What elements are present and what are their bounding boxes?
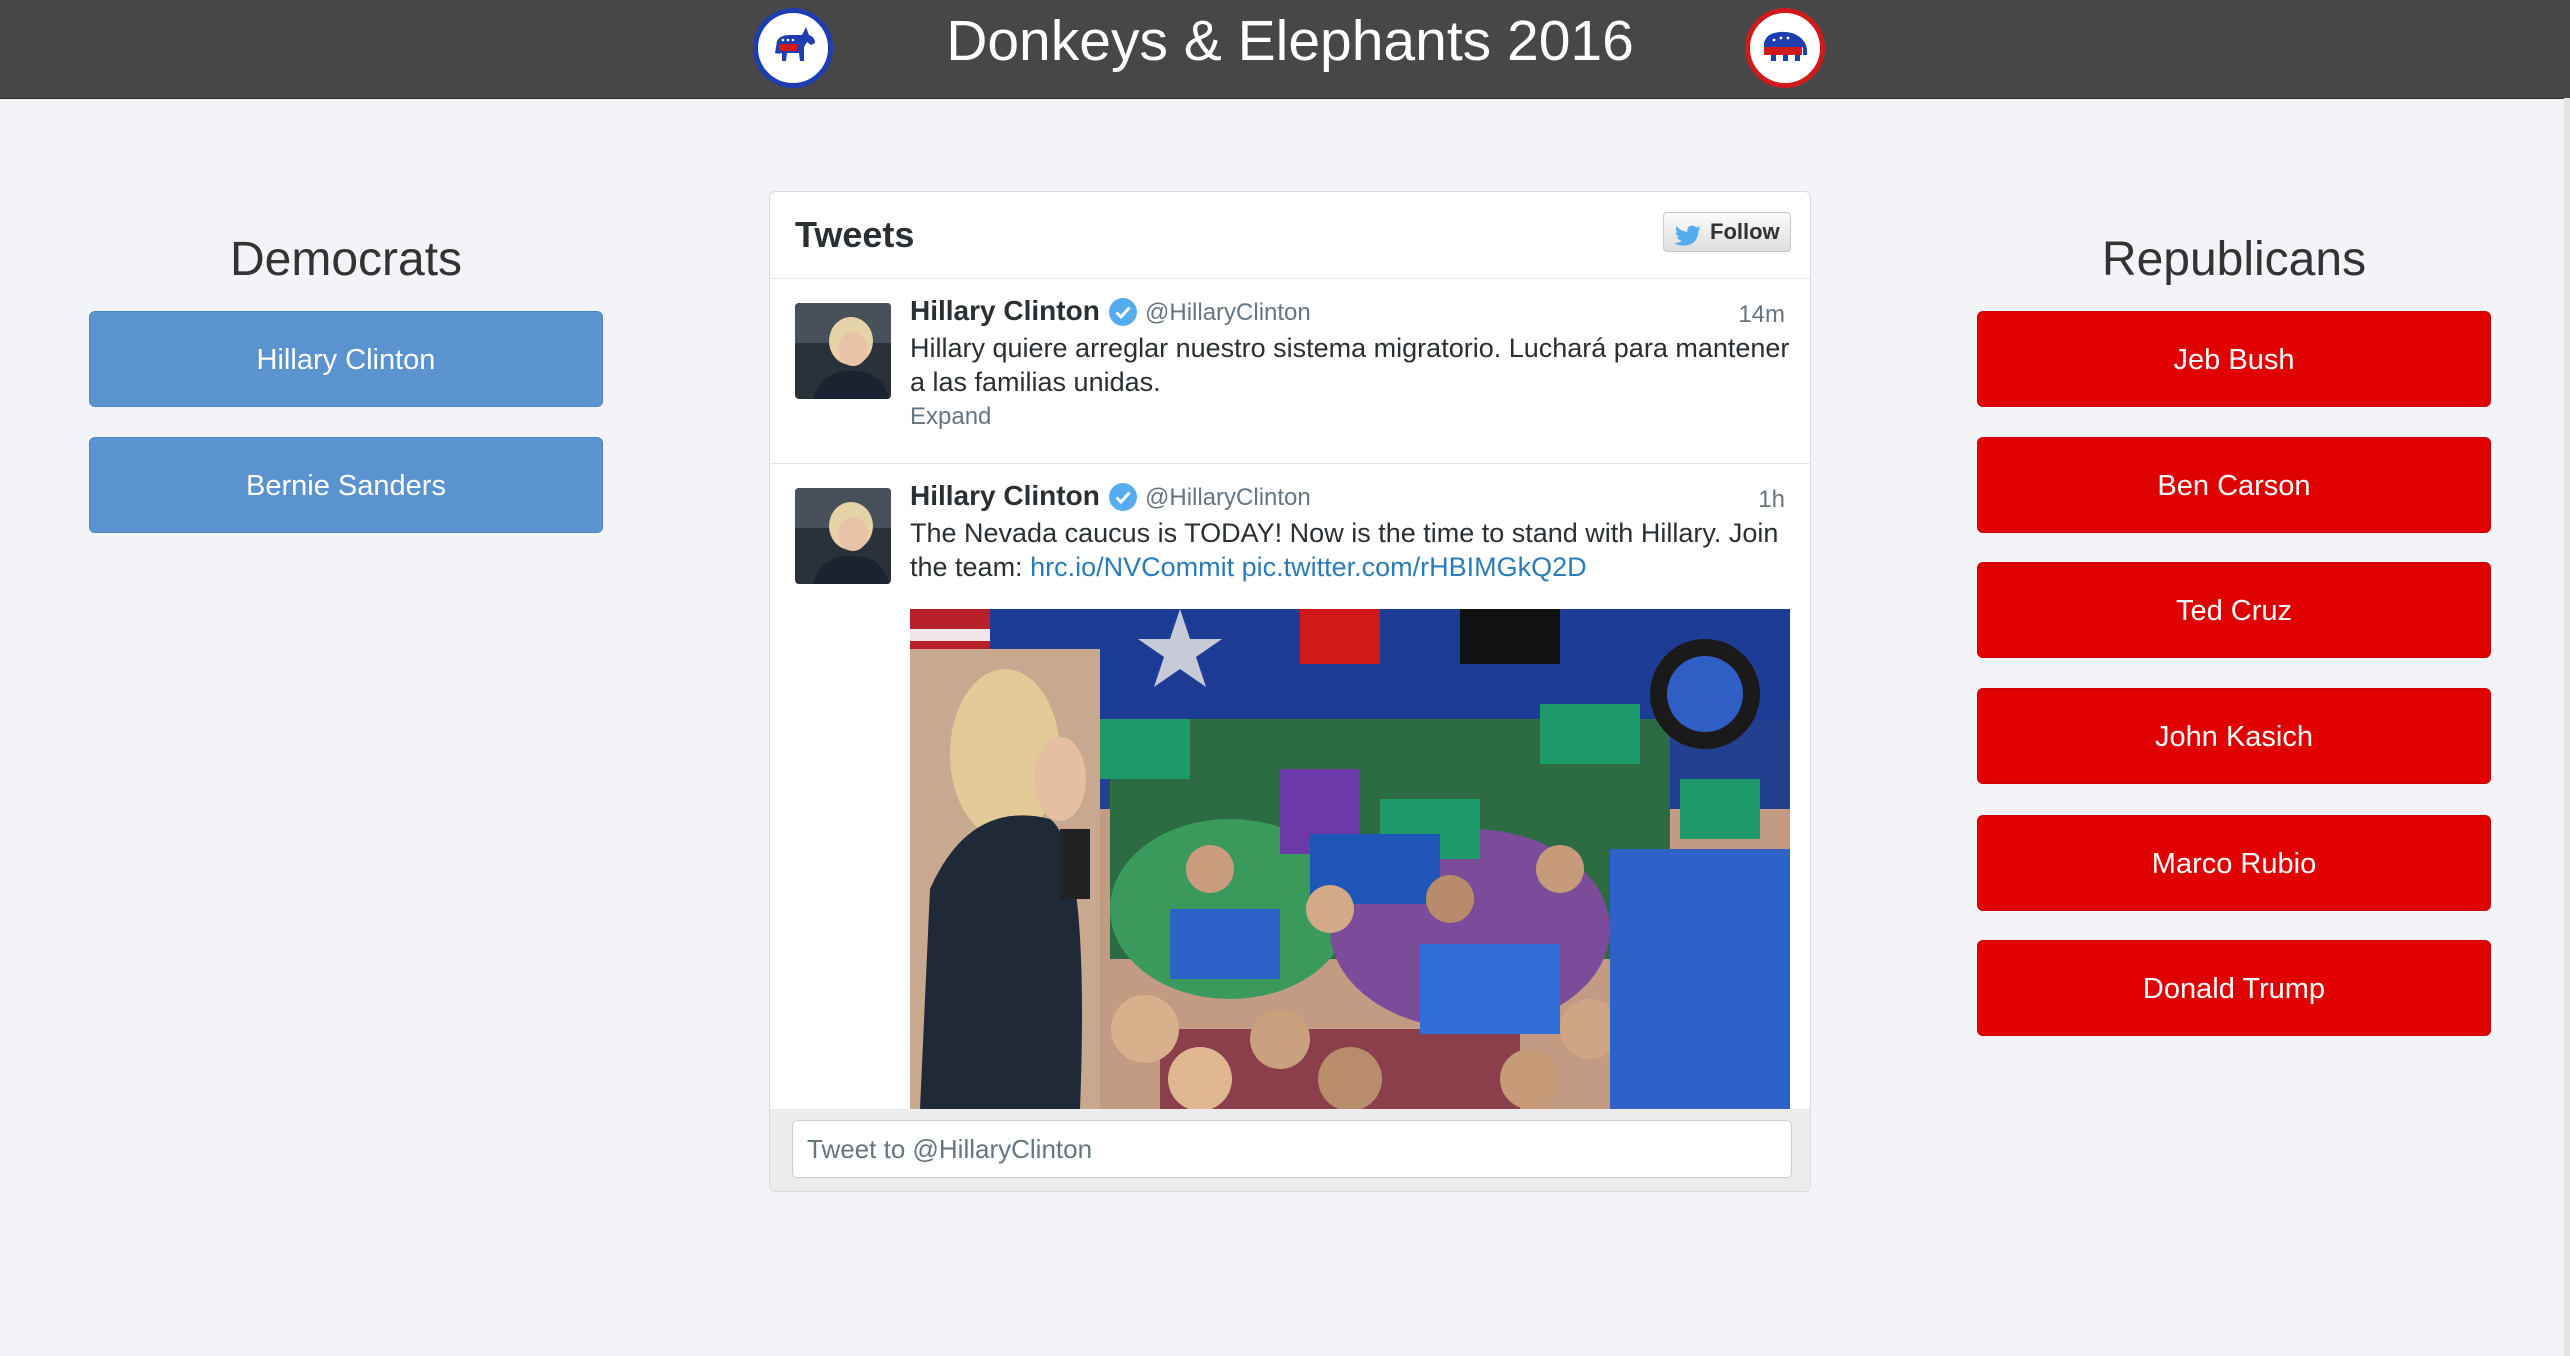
app-header: Donkeys & Elephants 2016 <box>0 0 2570 99</box>
tweet-photo[interactable] <box>910 609 1790 1109</box>
candidate-button-marco-rubio[interactable]: Marco Rubio <box>1977 815 2491 911</box>
candidate-button-jeb-bush[interactable]: Jeb Bush <box>1977 311 2491 407</box>
tweet-composer-input[interactable]: Tweet to @HillaryClinton <box>792 1120 1792 1178</box>
tweet-text: The Nevada caucus is TODAY! Now is the t… <box>910 516 1790 584</box>
candidate-button-hillary-clinton[interactable]: Hillary Clinton <box>89 311 603 407</box>
candidate-button-ben-carson[interactable]: Ben Carson <box>1977 437 2491 533</box>
republicans-heading: Republicans <box>2101 233 2367 286</box>
candidate-button-john-kasich[interactable]: John Kasich <box>1977 688 2491 784</box>
follow-button-label: Follow <box>1710 219 1780 244</box>
widget-title: Tweets <box>795 214 915 255</box>
tweet-author-handle[interactable]: @HillaryClinton <box>1145 299 1311 327</box>
page-title: Donkeys & Elephants 2016 <box>946 9 1634 73</box>
avatar[interactable] <box>795 488 891 584</box>
tweet-author-name[interactable]: Hillary Clinton <box>910 295 1100 327</box>
verified-badge-icon <box>1108 297 1138 332</box>
democrats-heading: Democrats <box>229 233 463 286</box>
widget-header: Tweets Follow <box>770 192 1810 279</box>
tweet: Hillary Clinton @HillaryClinton 1h The N… <box>770 464 1810 1191</box>
tweet: Hillary Clinton @HillaryClinton 14m Hill… <box>770 279 1810 464</box>
page-scrollbar[interactable] <box>2564 98 2570 1356</box>
tweet-link-nvcommit[interactable]: hrc.io/NVCommit <box>1030 552 1234 582</box>
candidate-button-donald-trump[interactable]: Donald Trump <box>1977 940 2491 1036</box>
candidate-button-ted-cruz[interactable]: Ted Cruz <box>1977 562 2491 658</box>
candidate-button-bernie-sanders[interactable]: Bernie Sanders <box>89 437 603 533</box>
republican-elephant-icon <box>1745 8 1825 88</box>
tweet-link-pic[interactable]: pic.twitter.com/rHBIMGkQ2D <box>1242 552 1587 582</box>
tweet-composer-bar: Tweet to @HillaryClinton <box>770 1109 1810 1191</box>
tweet-expand-link[interactable]: Expand <box>910 403 991 431</box>
tweet-author-handle[interactable]: @HillaryClinton <box>1145 484 1311 512</box>
tweet-text: Hillary quiere arreglar nuestro sistema … <box>910 333 1790 397</box>
tweet-author-name[interactable]: Hillary Clinton <box>910 480 1100 512</box>
avatar[interactable] <box>795 303 891 399</box>
verified-badge-icon <box>1108 482 1138 517</box>
democratic-donkey-icon <box>753 8 833 88</box>
follow-button[interactable]: Follow <box>1663 212 1791 252</box>
tweet-timestamp[interactable]: 14m <box>1738 301 1785 329</box>
tweet-timestamp[interactable]: 1h <box>1758 486 1785 514</box>
twitter-bird-icon <box>1674 221 1702 259</box>
twitter-timeline-widget: Tweets Follow Hillary Clinton @HillaryCl… <box>769 191 1811 1192</box>
